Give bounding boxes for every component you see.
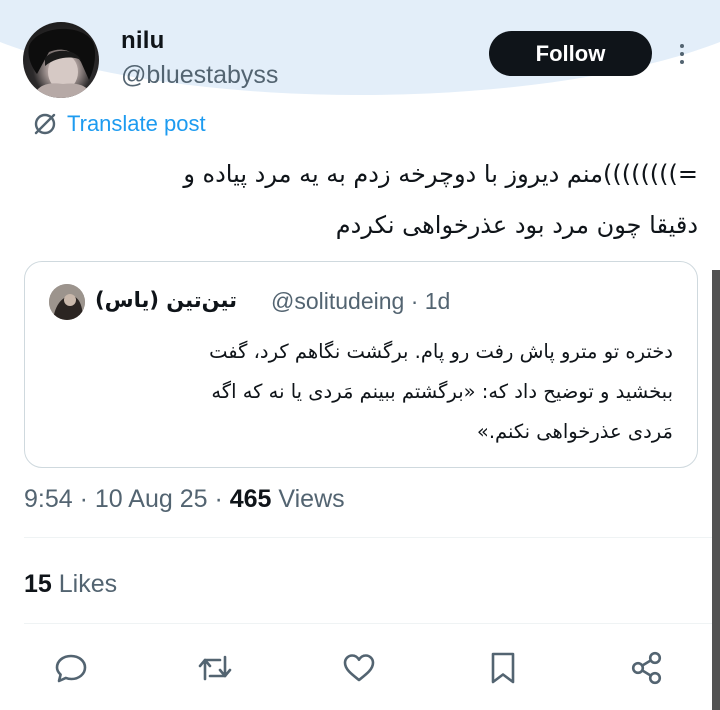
post-metadata: 9:54 · 10 Aug 25 · 465 Views: [24, 485, 345, 513]
quoted-post-card[interactable]: تین‌تین (یاس) @solitudeing · 1d دختره تو…: [24, 261, 698, 468]
author-display-name[interactable]: nilu: [121, 26, 164, 56]
translate-post-link[interactable]: Translate post: [32, 109, 206, 139]
divider: [24, 537, 720, 538]
quoted-text-line: ببخشید و توضیح داد که: «برگشتم ببینم مَر…: [211, 380, 673, 403]
follow-button[interactable]: Follow: [489, 31, 652, 76]
likes-summary[interactable]: 15 Likes: [24, 567, 117, 601]
translate-post-label: Translate post: [67, 111, 206, 136]
retweet-icon[interactable]: [196, 649, 234, 687]
quoted-author-handle-time[interactable]: @solitudeing · 1d: [271, 286, 450, 316]
post-text-line: دقیقا چون مرد بود عذرخواهی نکردم: [335, 211, 698, 239]
bookmark-icon[interactable]: [484, 649, 522, 687]
share-icon[interactable]: [628, 649, 666, 687]
quoted-author-avatar[interactable]: [49, 284, 85, 320]
quoted-post-text: دختره تو مترو پاش رفت رو پام. برگشت نگاه…: [53, 332, 673, 452]
views-count: 465: [229, 485, 272, 513]
quoted-author-name[interactable]: تین‌تین (یاس): [95, 285, 237, 315]
scrollbar[interactable]: [712, 270, 720, 710]
author-handle[interactable]: @bluestabyss: [121, 60, 278, 90]
post-time[interactable]: 9:54: [24, 485, 73, 513]
reply-icon[interactable]: [52, 649, 90, 687]
post-text-line: =))))))))منم دیروز با دوچرخه زدم به یه م…: [183, 160, 698, 188]
views-label: Views: [278, 485, 345, 513]
quoted-author-handle: @solitudeing: [271, 288, 405, 314]
heart-icon[interactable]: [340, 649, 378, 687]
quoted-post-time: · 1d: [410, 288, 451, 314]
post-detail-page: nilu @bluestabyss Follow Translate post …: [0, 0, 720, 710]
quoted-text-line: مَردی عذرخواهی نکنم.»: [476, 420, 673, 443]
likes-count: 15: [24, 570, 52, 598]
post-date[interactable]: 10 Aug 25: [95, 485, 208, 513]
divider: [24, 623, 720, 624]
more-dots-icon[interactable]: [670, 38, 694, 70]
no-translate-icon: [34, 113, 56, 135]
author-avatar[interactable]: [23, 22, 99, 98]
likes-label: Likes: [58, 570, 118, 598]
quoted-text-line: دختره تو مترو پاش رفت رو پام. برگشت نگاه…: [209, 340, 673, 363]
